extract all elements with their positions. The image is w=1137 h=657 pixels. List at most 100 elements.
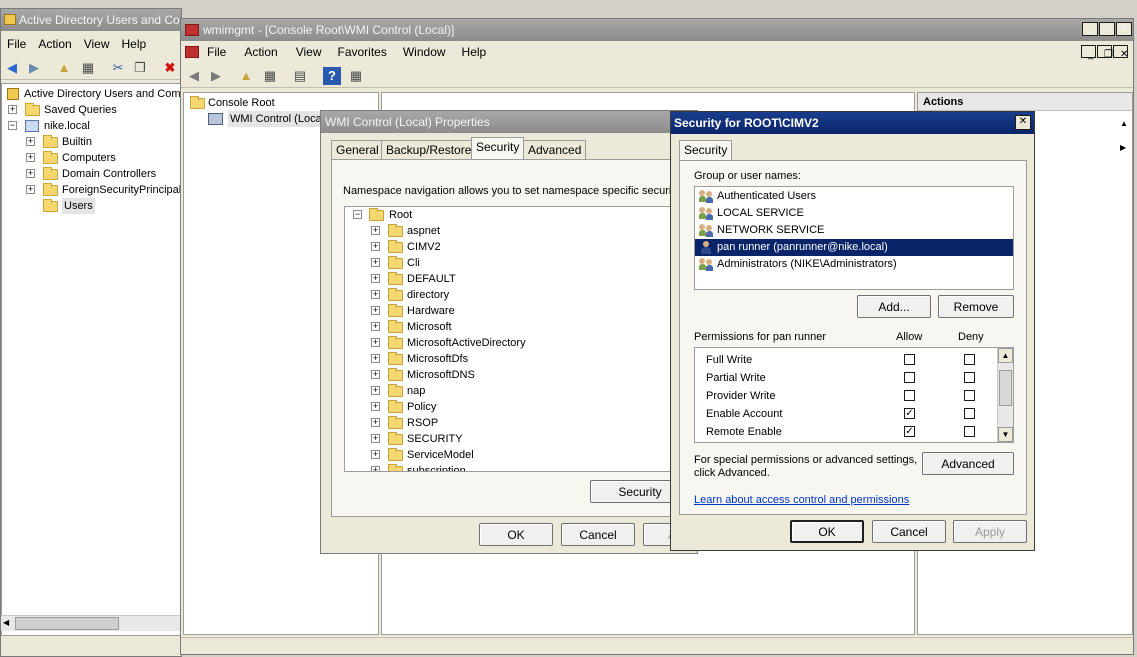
close-icon[interactable]: ✕ bbox=[1015, 115, 1031, 130]
up-folder-icon[interactable]: ▲ bbox=[55, 59, 73, 77]
minimize-icon[interactable]: _ bbox=[1082, 22, 1098, 36]
wmi-menu-view[interactable]: View bbox=[290, 42, 328, 62]
up-folder-icon[interactable]: ▲ bbox=[237, 67, 255, 85]
help-icon[interactable]: ? bbox=[323, 67, 341, 85]
deny-checkbox[interactable] bbox=[964, 354, 975, 365]
allow-checkbox[interactable] bbox=[904, 372, 915, 383]
mdi-restore-icon[interactable]: ❐ bbox=[1097, 45, 1113, 60]
close-icon[interactable]: ✕ bbox=[1116, 22, 1132, 36]
expand-icon[interactable]: + bbox=[371, 306, 380, 315]
folder-icon bbox=[388, 432, 403, 445]
wmi-menu-file[interactable]: File bbox=[201, 42, 232, 62]
user-list-item[interactable]: LOCAL SERVICE bbox=[695, 205, 1013, 222]
deny-checkbox[interactable] bbox=[964, 426, 975, 437]
allow-checkbox[interactable]: ✓ bbox=[904, 408, 915, 419]
allow-checkbox[interactable] bbox=[904, 390, 915, 401]
show-hide-tree-icon[interactable]: ▦ bbox=[79, 59, 97, 77]
expand-icon[interactable]: + bbox=[371, 418, 380, 427]
expand-icon[interactable]: + bbox=[371, 338, 380, 347]
namespace-label: ServiceModel bbox=[407, 449, 474, 461]
mdi-minimize-icon[interactable]: _ bbox=[1081, 45, 1096, 60]
allow-checkbox[interactable] bbox=[904, 354, 915, 365]
user-list-item[interactable]: NETWORK SERVICE bbox=[695, 222, 1013, 239]
wmi-menu-help[interactable]: Help bbox=[456, 42, 493, 62]
expand-icon[interactable]: + bbox=[371, 354, 380, 363]
ad-menu-file[interactable]: File bbox=[1, 34, 32, 54]
scroll-thumb[interactable] bbox=[15, 617, 119, 630]
ad-menu-view[interactable]: View bbox=[78, 34, 116, 54]
forward-arrow-icon[interactable]: ▶ bbox=[25, 59, 43, 77]
expand-icon[interactable]: + bbox=[26, 169, 35, 178]
user-list-item[interactable]: Authenticated Users bbox=[695, 188, 1013, 205]
deny-checkbox[interactable] bbox=[964, 408, 975, 419]
wmimgmt-toolbar: ◀ ▶ ▲ ▦ ▤ ? ▦ bbox=[181, 64, 1133, 88]
scroll-up-icon[interactable]: ▲ bbox=[998, 348, 1013, 363]
more-actions-arrow-icon[interactable]: ▶ bbox=[1120, 143, 1126, 152]
collapse-icon[interactable]: − bbox=[8, 121, 17, 130]
expand-icon[interactable]: + bbox=[371, 290, 380, 299]
wmi-menu-window[interactable]: Window bbox=[397, 42, 452, 62]
tab-general[interactable]: General bbox=[331, 140, 384, 160]
scroll-left-icon[interactable]: ◀ bbox=[3, 618, 9, 627]
advanced-button[interactable]: Advanced bbox=[922, 452, 1014, 475]
expand-icon[interactable]: + bbox=[8, 105, 17, 114]
expand-icon[interactable]: + bbox=[371, 466, 380, 471]
deny-checkbox[interactable] bbox=[964, 372, 975, 383]
scroll-down-icon[interactable]: ▼ bbox=[998, 427, 1013, 442]
security-ok-button[interactable]: OK bbox=[790, 520, 864, 543]
ad-horizontal-scrollbar[interactable]: ◀ bbox=[1, 615, 181, 631]
expand-icon[interactable]: + bbox=[371, 370, 380, 379]
permission-name: Partial Write bbox=[706, 372, 766, 384]
copy-icon[interactable]: ❐ bbox=[131, 59, 149, 77]
user-list-item[interactable]: Administrators (NIKE\Administrators) bbox=[695, 256, 1013, 273]
remove-button[interactable]: Remove bbox=[938, 295, 1014, 318]
back-arrow-icon[interactable]: ◀ bbox=[185, 67, 203, 85]
expand-icon[interactable]: + bbox=[371, 450, 380, 459]
security-dialog-title: Security for ROOT\CIMV2 bbox=[674, 116, 819, 130]
collapse-up-icon[interactable]: ▲ bbox=[1120, 119, 1128, 128]
expand-icon[interactable]: + bbox=[26, 137, 35, 146]
permissions-scrollbar[interactable]: ▲ ▼ bbox=[997, 348, 1013, 442]
permission-name: Full Write bbox=[706, 354, 753, 366]
wmi-ok-button[interactable]: OK bbox=[479, 523, 553, 546]
expand-icon[interactable]: + bbox=[371, 242, 380, 251]
collapse-icon[interactable]: − bbox=[353, 210, 362, 219]
show-hide-tree-icon[interactable]: ▦ bbox=[261, 67, 279, 85]
namespace-label: SECURITY bbox=[407, 433, 463, 445]
expand-icon[interactable]: + bbox=[26, 153, 35, 162]
tab-advanced[interactable]: Advanced bbox=[523, 140, 587, 160]
forward-arrow-icon[interactable]: ▶ bbox=[207, 67, 225, 85]
allow-checkbox[interactable]: ✓ bbox=[904, 426, 915, 437]
security-apply-button[interactable]: Apply bbox=[953, 520, 1027, 543]
add-button[interactable]: Add... bbox=[857, 295, 931, 318]
scroll-thumb[interactable] bbox=[999, 370, 1012, 406]
back-arrow-icon[interactable]: ◀ bbox=[3, 59, 21, 77]
wmi-cancel-button[interactable]: Cancel bbox=[561, 523, 635, 546]
ad-menu-action[interactable]: Action bbox=[32, 34, 77, 54]
show-action-pane-icon[interactable]: ▦ bbox=[347, 67, 365, 85]
mdi-close-icon[interactable]: ✕ bbox=[1113, 45, 1128, 60]
delete-icon[interactable]: ✖ bbox=[161, 59, 179, 77]
expand-icon[interactable]: + bbox=[371, 434, 380, 443]
maximize-icon[interactable]: □ bbox=[1099, 22, 1115, 36]
expand-icon[interactable]: + bbox=[371, 386, 380, 395]
tab-security[interactable]: Security bbox=[471, 137, 525, 160]
expand-icon[interactable]: + bbox=[371, 274, 380, 283]
ad-root-icon bbox=[7, 88, 19, 100]
security-cancel-button[interactable]: Cancel bbox=[872, 520, 946, 543]
wmi-menu-favorites[interactable]: Favorites bbox=[332, 42, 393, 62]
user-list-item[interactable]: pan runner (panrunner@nike.local) bbox=[695, 239, 1013, 256]
user-icon bbox=[699, 241, 713, 254]
expand-icon[interactable]: + bbox=[26, 185, 35, 194]
export-list-icon[interactable]: ▤ bbox=[291, 67, 309, 85]
cut-icon[interactable]: ✂ bbox=[109, 59, 127, 77]
learn-more-link[interactable]: Learn about access control and permissio… bbox=[694, 494, 909, 506]
expand-icon[interactable]: + bbox=[371, 226, 380, 235]
wmi-menu-action[interactable]: Action bbox=[238, 42, 283, 62]
ad-menu-help[interactable]: Help bbox=[116, 34, 153, 54]
tab-backup-restore[interactable]: Backup/Restore bbox=[381, 140, 477, 160]
deny-checkbox[interactable] bbox=[964, 390, 975, 401]
expand-icon[interactable]: + bbox=[371, 402, 380, 411]
expand-icon[interactable]: + bbox=[371, 258, 380, 267]
expand-icon[interactable]: + bbox=[371, 322, 380, 331]
